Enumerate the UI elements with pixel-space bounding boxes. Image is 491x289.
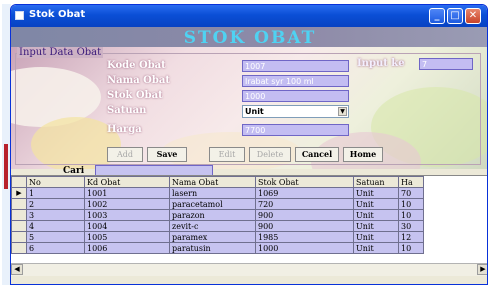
column-header[interactable]: Stok Obat	[255, 176, 354, 188]
table-cell[interactable]: 4	[26, 220, 85, 232]
table-cell[interactable]: 1985	[255, 231, 354, 243]
satuan-value: Unit	[245, 107, 264, 116]
row-selector[interactable]: ▶	[11, 187, 27, 199]
table-cell[interactable]: 1006	[84, 242, 170, 254]
label-harga: Harga	[107, 124, 142, 135]
column-header[interactable]: Nama Obat	[169, 176, 256, 188]
table-cell[interactable]: 30	[398, 220, 424, 232]
table-row[interactable]: ▶ 1 1001 lasern 1069 Unit 70	[11, 187, 424, 199]
label-nama-obat: Nama Obat	[107, 75, 170, 86]
label-kode-obat: Kode Obat	[107, 60, 166, 71]
table-row[interactable]: 6 1006 paratusin 1000 Unit 10	[11, 242, 424, 254]
minimize-icon: _	[434, 10, 440, 21]
table-cell[interactable]: 1069	[255, 187, 354, 199]
table-cell[interactable]: zevit-c	[169, 220, 256, 232]
table-row[interactable]: 5 1005 paramex 1985 Unit 12	[11, 231, 424, 243]
minimize-button[interactable]: _	[429, 8, 445, 24]
table-cell[interactable]: Unit	[353, 198, 399, 210]
column-header[interactable]: Ha	[398, 176, 424, 188]
close-button[interactable]: ✕	[465, 8, 481, 24]
table-cell[interactable]: 12	[398, 231, 424, 243]
close-icon: ✕	[468, 10, 478, 21]
table-cell[interactable]: 720	[255, 198, 354, 210]
harga-field[interactable]: 7700	[242, 124, 349, 136]
stock-table: No Kd Obat Nama Obat Stok Obat Satuan Ha…	[11, 176, 424, 254]
table-cell[interactable]: lasern	[169, 187, 256, 199]
row-selector-header	[11, 176, 27, 188]
save-button[interactable]: Save	[147, 147, 187, 162]
home-button[interactable]: Home	[343, 147, 383, 162]
scroll-left-icon[interactable]: ◀	[11, 264, 23, 275]
table-cell[interactable]: Unit	[353, 242, 399, 254]
column-header[interactable]: Satuan	[353, 176, 399, 188]
table-cell[interactable]: 1003	[84, 209, 170, 221]
table-cell[interactable]: paracetamol	[169, 198, 256, 210]
table-cell[interactable]: 1004	[84, 220, 170, 232]
header-banner: STOK OBAT	[11, 27, 487, 48]
scroll-right-icon[interactable]: ▶	[477, 264, 487, 275]
data-grid[interactable]: No Kd Obat Nama Obat Stok Obat Satuan Ha…	[11, 175, 487, 276]
row-selector[interactable]	[11, 231, 27, 243]
horizontal-scrollbar[interactable]: ◀ ▶	[11, 263, 487, 276]
table-cell[interactable]: Unit	[353, 231, 399, 243]
table-cell[interactable]: 1000	[255, 242, 354, 254]
label-input-ke: Input ke	[357, 58, 405, 69]
table-cell[interactable]: parazon	[169, 209, 256, 221]
table-header-row: No Kd Obat Nama Obat Stok Obat Satuan Ha	[11, 176, 424, 188]
column-header[interactable]: Kd Obat	[84, 176, 170, 188]
table-cell[interactable]: 1	[26, 187, 85, 199]
input-ke-field[interactable]: 7	[419, 58, 473, 70]
table-cell[interactable]: 5	[26, 231, 85, 243]
chevron-down-icon[interactable]: ▼	[338, 107, 347, 116]
input-form: Input Data Obat Kode Obat 1007 Nama Obat…	[11, 47, 487, 169]
maximize-button[interactable]: □	[447, 8, 463, 24]
table-cell[interactable]: 900	[255, 209, 354, 221]
desktop-edge-accent	[4, 144, 8, 189]
row-selector[interactable]	[11, 209, 27, 221]
column-header[interactable]: No	[26, 176, 85, 188]
table-cell[interactable]: 2	[26, 198, 85, 210]
table-cell[interactable]: Unit	[353, 209, 399, 221]
table-cell[interactable]: 70	[398, 187, 424, 199]
app-window: Stok Obat _ □ ✕ STOK OBAT Input Data Oba…	[10, 4, 488, 285]
nama-obat-field[interactable]: Irabat syr 100 ml	[242, 75, 349, 87]
page-title: STOK OBAT	[183, 28, 317, 48]
table-cell[interactable]: 10	[398, 242, 424, 254]
window-title: Stok Obat	[29, 9, 86, 20]
table-cell[interactable]: Unit	[353, 187, 399, 199]
label-stok-obat: Stok Obat	[107, 90, 163, 101]
table-cell[interactable]: 1002	[84, 198, 170, 210]
cancel-button[interactable]: Cancel	[295, 147, 339, 162]
maximize-icon: □	[450, 10, 460, 21]
table-cell[interactable]: 10	[398, 198, 424, 210]
table-cell[interactable]: paramex	[169, 231, 256, 243]
table-row[interactable]: 2 1002 paracetamol 720 Unit 10	[11, 198, 424, 210]
row-selector[interactable]	[11, 220, 27, 232]
table-row[interactable]: 3 1003 parazon 900 Unit 10	[11, 209, 424, 221]
table-cell[interactable]: paratusin	[169, 242, 256, 254]
label-satuan: Satuan	[107, 105, 147, 116]
satuan-select[interactable]: Unit ▼	[242, 105, 349, 118]
add-button[interactable]: Add	[107, 147, 143, 162]
table-row[interactable]: 4 1004 zevit-c 900 Unit 30	[11, 220, 424, 232]
kode-obat-field[interactable]: 1007	[242, 60, 349, 72]
table-cell[interactable]: 1005	[84, 231, 170, 243]
table-cell[interactable]: Unit	[353, 220, 399, 232]
row-selector[interactable]	[11, 198, 27, 210]
app-icon	[15, 11, 24, 20]
table-cell[interactable]: 3	[26, 209, 85, 221]
table-cell[interactable]: 900	[255, 220, 354, 232]
row-selector[interactable]	[11, 242, 27, 254]
edit-button[interactable]: Edit	[209, 147, 245, 162]
title-bar[interactable]: Stok Obat _ □ ✕	[11, 5, 487, 27]
table-cell[interactable]: 1001	[84, 187, 170, 199]
table-cell[interactable]: 6	[26, 242, 85, 254]
table-cell[interactable]: 10	[398, 209, 424, 221]
delete-button[interactable]: Delete	[249, 147, 291, 162]
group-label: Input Data Obat	[17, 47, 104, 58]
stok-obat-field[interactable]: 1000	[242, 90, 349, 102]
